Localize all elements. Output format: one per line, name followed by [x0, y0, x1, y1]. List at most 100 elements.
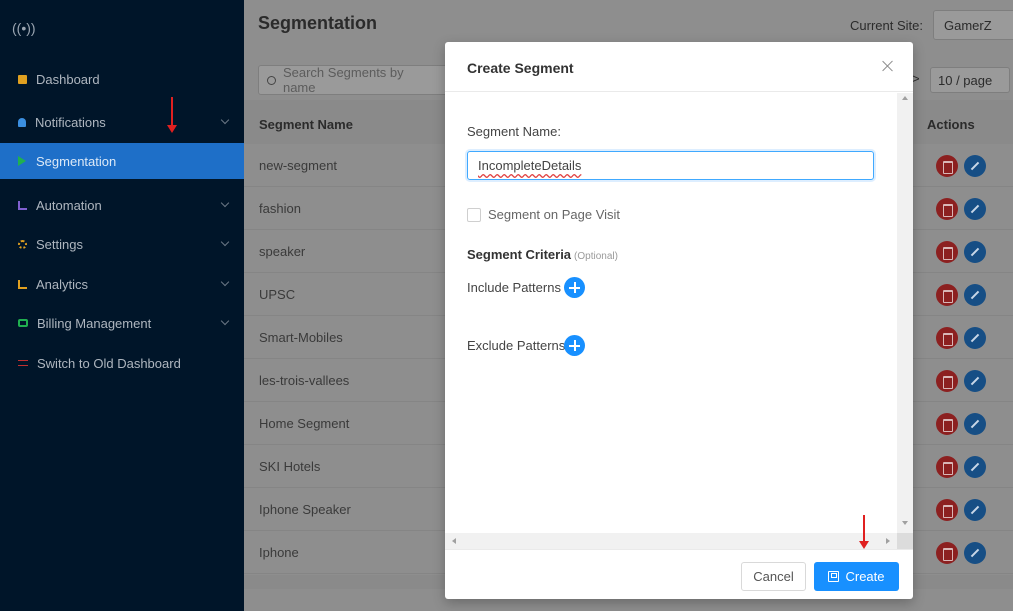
scroll-up-icon[interactable] [902, 96, 908, 100]
play-icon [18, 156, 26, 166]
segment-name-label: Segment Name: [467, 124, 561, 139]
create-segment-modal: Create Segment Segment Name: IncompleteD… [445, 42, 913, 599]
save-icon [828, 571, 840, 582]
segment-name-cell: new-segment [259, 158, 338, 173]
gear-icon [18, 239, 27, 249]
delete-icon[interactable] [936, 542, 958, 564]
chevron-down-icon [220, 277, 230, 287]
create-button[interactable]: Create [814, 562, 899, 591]
chevron-down-icon [220, 237, 230, 247]
segment-name-cell: UPSC [259, 287, 296, 302]
modal-header: Create Segment [445, 42, 913, 92]
criteria-optional-label: (Optional) [574, 251, 618, 262]
bell-icon [18, 117, 26, 127]
annotation-arrow [859, 515, 869, 549]
column-header-actions: Actions [927, 117, 975, 132]
edit-icon[interactable] [964, 241, 986, 263]
scroll-down-icon[interactable] [902, 521, 908, 525]
modal-title: Create Segment [467, 60, 574, 76]
sidebar-item-label: Automation [36, 197, 102, 213]
page-title: Segmentation [258, 13, 378, 33]
exclude-patterns-label: Exclude Patterns [467, 338, 566, 353]
sidebar-item-switch-old-dashboard[interactable]: Switch to Old Dashboard [0, 345, 244, 381]
delete-icon[interactable] [936, 241, 958, 263]
scroll-left-icon[interactable] [452, 538, 456, 544]
segment-name-cell: speaker [259, 244, 306, 259]
sidebar-item-dashboard[interactable]: Dashboard [0, 61, 244, 97]
chevron-down-icon [220, 316, 230, 326]
edit-icon[interactable] [964, 327, 986, 349]
edit-icon[interactable] [964, 456, 986, 478]
current-site-label: Current Site: [850, 18, 923, 33]
edit-icon[interactable] [964, 155, 986, 177]
delete-icon[interactable] [936, 456, 958, 478]
delete-icon[interactable] [936, 284, 958, 306]
sidebar-item-label: Settings [36, 236, 83, 252]
cancel-button[interactable]: Cancel [741, 562, 806, 591]
edit-icon[interactable] [964, 499, 986, 521]
delete-icon[interactable] [936, 370, 958, 392]
current-site-select[interactable]: GamerZ [933, 10, 1013, 40]
page-size-select[interactable]: 10 / page [930, 67, 1010, 93]
segment-name-input[interactable]: IncompleteDetails [467, 151, 874, 180]
scroll-right-icon[interactable] [886, 538, 890, 544]
delete-icon[interactable] [936, 499, 958, 521]
sidebar-item-settings[interactable]: Settings [0, 226, 244, 262]
segment-name-cell: Smart-Mobiles [259, 330, 343, 345]
segment-name-value: IncompleteDetails [478, 158, 582, 173]
segment-name-cell: SKI Hotels [259, 459, 321, 474]
search-input[interactable]: Search Segments by name [258, 65, 448, 95]
sidebar-item-automation[interactable]: Automation [0, 187, 244, 223]
sidebar-item-label: Billing Management [37, 315, 152, 331]
chevron-down-icon [220, 198, 230, 208]
sidebar-item-label: Switch to Old Dashboard [37, 355, 181, 371]
page-visit-checkbox[interactable] [467, 208, 481, 222]
broadcast-logo-icon: ((•)) [12, 20, 36, 36]
close-icon[interactable] [881, 59, 895, 73]
sidebar-item-segmentation[interactable]: Segmentation [0, 143, 244, 179]
edit-icon[interactable] [964, 198, 986, 220]
sidebar-item-notifications[interactable]: Notifications [0, 104, 244, 140]
add-include-pattern-button[interactable] [564, 277, 585, 298]
include-patterns-label: Include Patterns [467, 280, 561, 295]
add-exclude-pattern-button[interactable] [564, 335, 585, 356]
delete-icon[interactable] [936, 198, 958, 220]
sidebar-item-analytics[interactable]: Analytics [0, 266, 244, 302]
segment-name-cell: les-trois-vallees [259, 373, 350, 388]
column-header-segment-name: Segment Name [259, 117, 353, 132]
edit-icon[interactable] [964, 284, 986, 306]
segment-criteria-heading: Segment Criteria (Optional) [467, 247, 618, 262]
delete-icon[interactable] [936, 413, 958, 435]
sidebar-item-label: Segmentation [36, 153, 117, 169]
segment-name-cell: fashion [259, 201, 301, 216]
search-placeholder: Search Segments by name [282, 65, 404, 95]
modal-horizontal-scrollbar[interactable] [445, 533, 897, 549]
automation-icon [18, 200, 27, 210]
edit-icon[interactable] [964, 542, 986, 564]
next-page-icon[interactable]: > [912, 71, 920, 86]
modal-footer: Cancel Create [445, 549, 913, 599]
delete-icon[interactable] [936, 155, 958, 177]
delete-icon[interactable] [936, 327, 958, 349]
segment-name-cell: Iphone Speaker [259, 502, 351, 517]
edit-icon[interactable] [964, 370, 986, 392]
edit-icon[interactable] [964, 413, 986, 435]
segment-name-cell: Home Segment [259, 416, 350, 431]
modal-vertical-scrollbar[interactable] [897, 93, 913, 533]
analytics-icon [18, 279, 27, 289]
page-visit-label: Segment on Page Visit [488, 207, 621, 222]
create-button-label: Create [845, 569, 885, 584]
switch-icon [18, 360, 28, 366]
search-icon [267, 75, 276, 85]
criteria-label: Segment Criteria [467, 247, 572, 262]
sidebar-item-label: Analytics [36, 276, 89, 292]
chevron-down-icon [220, 115, 230, 125]
annotation-arrow [167, 97, 177, 133]
sidebar: ((•)) Dashboard Notifications Segmentati… [0, 0, 244, 611]
sidebar-item-label: Dashboard [36, 71, 100, 87]
dashboard-icon [18, 74, 27, 84]
segment-name-cell: Iphone [259, 545, 299, 560]
sidebar-item-billing[interactable]: Billing Management [0, 305, 244, 341]
billing-icon [18, 319, 28, 327]
sidebar-item-label: Notifications [35, 114, 106, 130]
